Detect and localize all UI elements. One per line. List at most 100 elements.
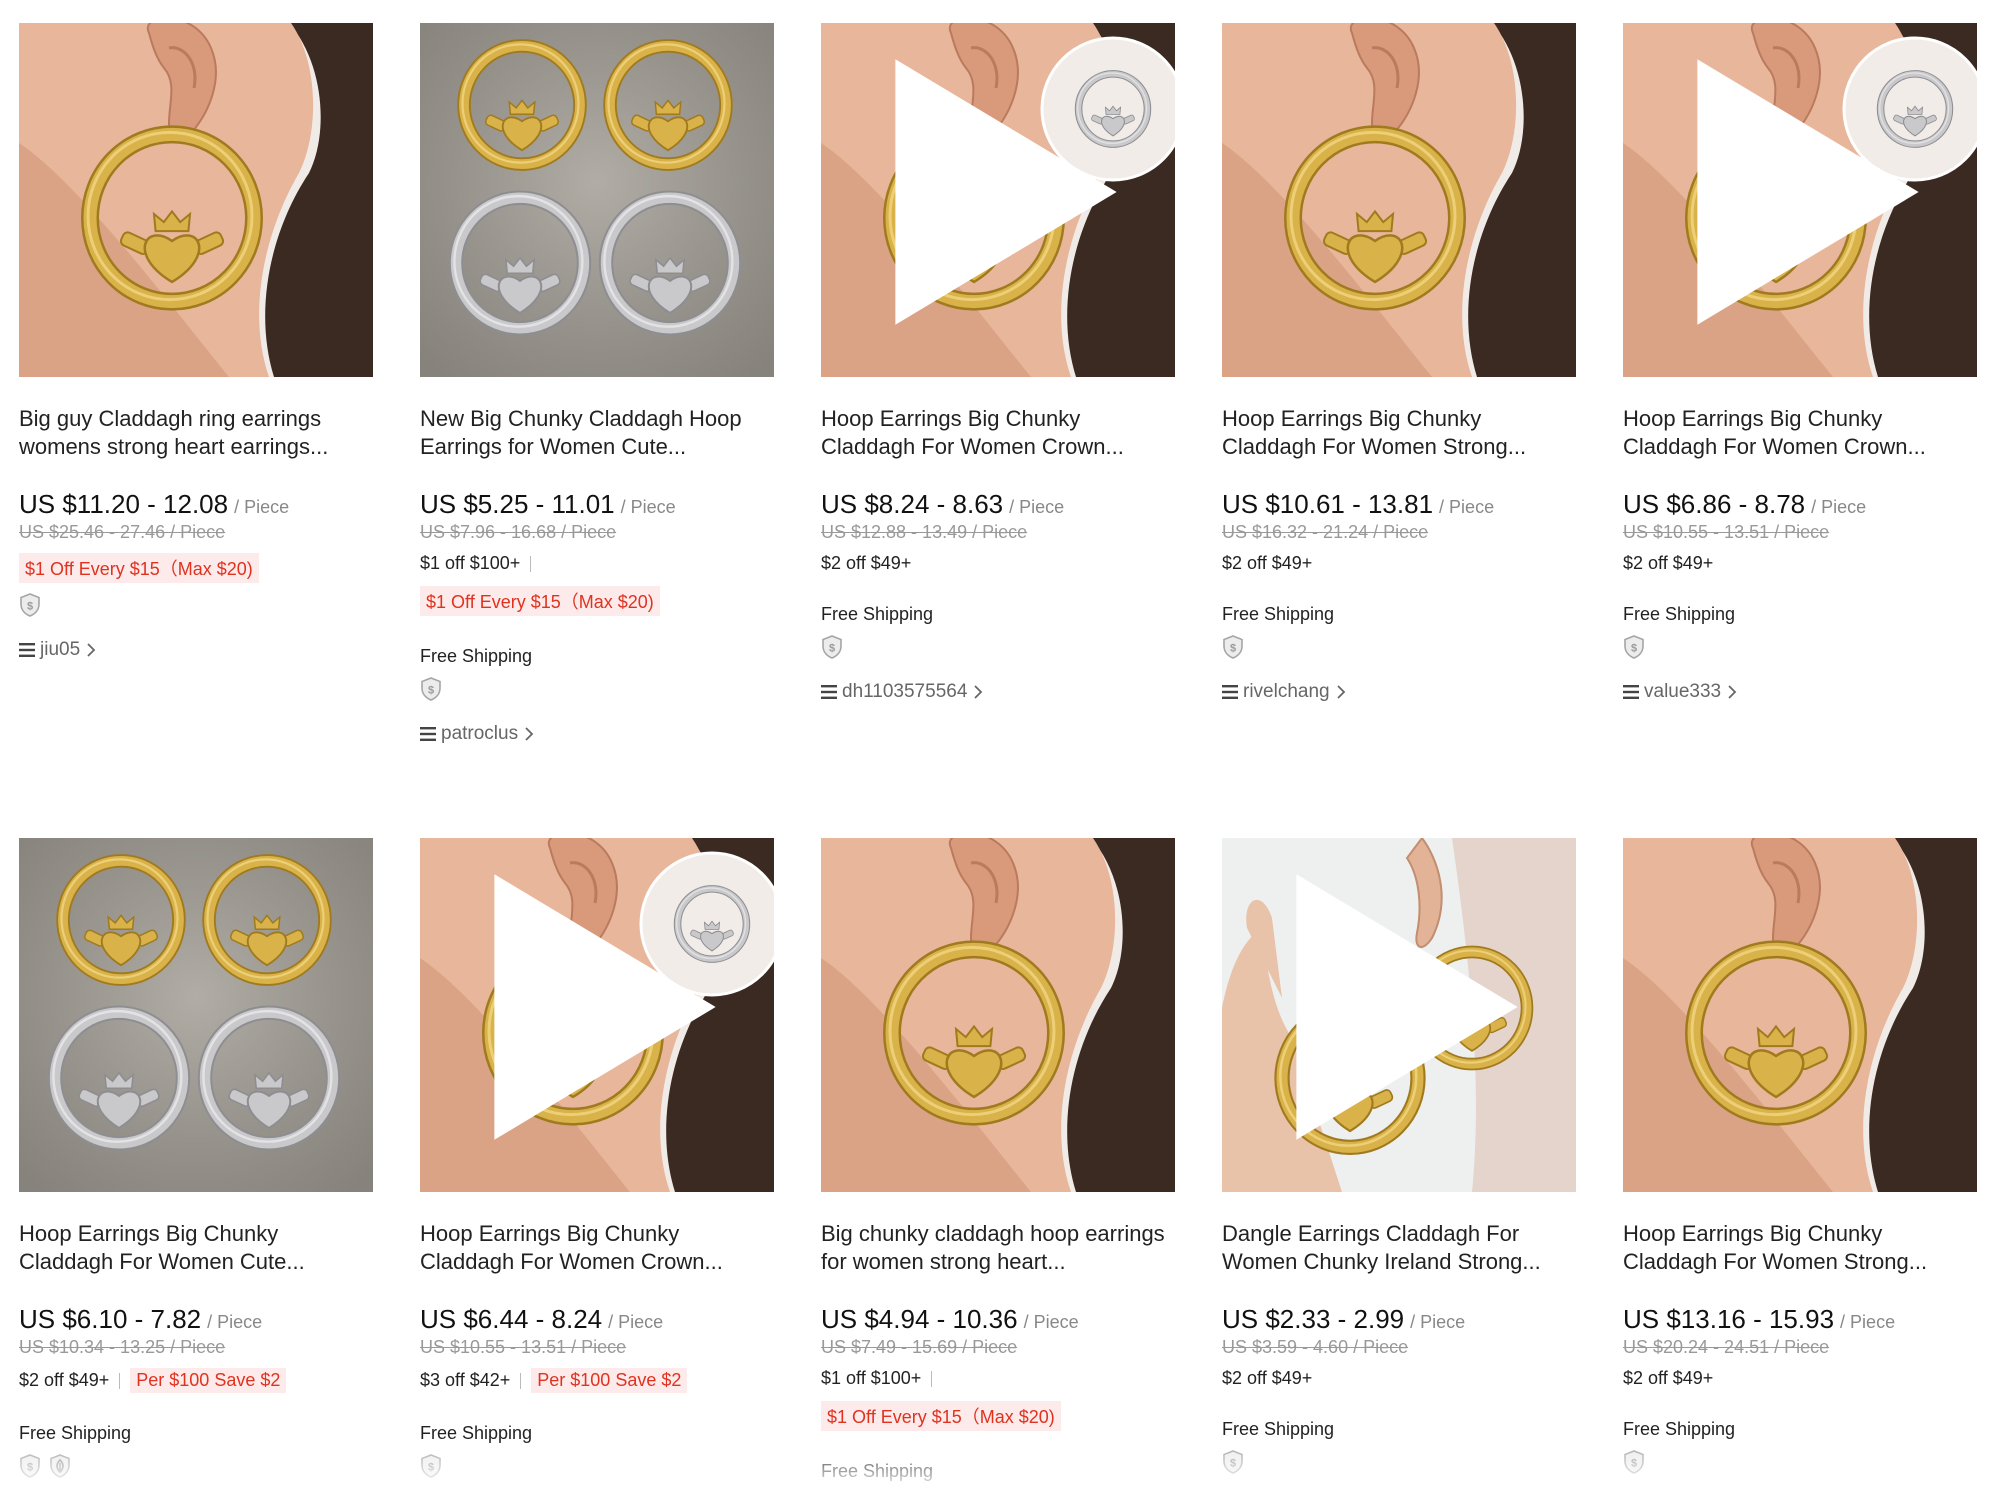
menu-icon xyxy=(821,685,837,699)
price-line: US $6.10 - 7.82 / Piece xyxy=(19,1304,373,1335)
store-link[interactable]: rivelchang xyxy=(1222,681,1576,703)
promotions: $2 off $49+ xyxy=(1623,1368,1977,1389)
svg-text:$: $ xyxy=(1631,643,1637,655)
product-title[interactable]: Hoop Earrings Big Chunky Claddagh For Wo… xyxy=(420,1220,774,1276)
price-line: US $6.44 - 8.24 / Piece xyxy=(420,1304,774,1335)
product-image[interactable] xyxy=(1623,23,1977,377)
store-name[interactable]: value333 xyxy=(1644,681,1721,703)
price-unit: / Piece xyxy=(620,497,676,517)
chevron-right-icon xyxy=(525,727,534,741)
shield-dollar-icon: $ xyxy=(822,635,842,659)
price-unit: / Piece xyxy=(1410,1312,1466,1332)
product-card[interactable]: Hoop Earrings Big Chunky Claddagh For Wo… xyxy=(19,838,373,1482)
product-price: US $6.10 - 7.82 xyxy=(19,1304,202,1334)
product-title[interactable]: Hoop Earrings Big Chunky Claddagh For Wo… xyxy=(821,405,1175,461)
product-price: US $6.86 - 8.78 xyxy=(1623,489,1806,519)
promotions: $1 off $100+ $1 Off Every $15（Max $20) xyxy=(420,553,774,616)
price-unit: / Piece xyxy=(1439,497,1495,517)
shield-dollar-icon: $ xyxy=(421,677,441,701)
product-card[interactable]: Big chunky claddagh hoop earrings for wo… xyxy=(821,838,1175,1482)
shield-dollar-icon: $ xyxy=(20,593,40,617)
promo-tag: $1 Off Every $15（Max $20) xyxy=(420,586,660,616)
promo-text: $3 off $42+ xyxy=(420,1370,511,1390)
product-title[interactable]: Hoop Earrings Big Chunky Claddagh For Wo… xyxy=(1222,405,1576,461)
promotions: $2 off $49+ Per $100 Save $2 xyxy=(19,1368,373,1393)
store-link[interactable]: value333 xyxy=(1623,681,1977,703)
store-link[interactable]: jiu05 xyxy=(19,639,373,661)
store-name[interactable]: rivelchang xyxy=(1243,681,1330,703)
store-link[interactable]: patroclus xyxy=(420,723,774,745)
promotions: $1 Off Every $15（Max $20) xyxy=(19,553,373,583)
price-line: US $8.24 - 8.63 / Piece xyxy=(821,489,1175,520)
product-card[interactable]: Hoop Earrings Big Chunky Claddagh For Wo… xyxy=(821,23,1175,745)
product-card[interactable]: Hoop Earrings Big Chunky Claddagh For Wo… xyxy=(1623,838,1977,1482)
product-photo xyxy=(19,838,373,1192)
promo-divider xyxy=(520,1372,522,1389)
product-price: US $2.33 - 2.99 xyxy=(1222,1304,1405,1334)
product-card[interactable]: Big guy Claddagh ring earrings womens st… xyxy=(19,23,373,745)
product-row: Hoop Earrings Big Chunky Claddagh For Wo… xyxy=(19,838,1977,1482)
promotions: $2 off $49+ xyxy=(821,553,1175,574)
product-price: US $8.24 - 8.63 xyxy=(821,489,1004,519)
badges: $ xyxy=(821,635,1175,659)
promo-text: $1 off $100+ xyxy=(420,553,521,573)
product-image[interactable] xyxy=(1222,23,1576,377)
promotions: $2 off $49+ xyxy=(1222,1368,1576,1389)
chevron-right-icon xyxy=(974,685,983,699)
product-card[interactable]: Dangle Earrings Claddagh For Women Chunk… xyxy=(1222,838,1576,1482)
product-title[interactable]: New Big Chunky Claddagh Hoop Earrings fo… xyxy=(420,405,774,461)
shipping-label: Free Shipping xyxy=(1623,604,1736,624)
product-title[interactable]: Hoop Earrings Big Chunky Claddagh For Wo… xyxy=(19,1220,373,1276)
promotions: $2 off $49+ xyxy=(1623,553,1977,574)
promo-tag: $1 Off Every $15（Max $20) xyxy=(821,1401,1061,1431)
product-card[interactable]: Hoop Earrings Big Chunky Claddagh For Wo… xyxy=(1623,23,1977,745)
price-unit: / Piece xyxy=(608,1312,664,1332)
original-price: US $16.32 - 21.24 / Piece xyxy=(1222,522,1429,542)
store-name[interactable]: dh1103575564 xyxy=(842,681,967,703)
play-video-icon[interactable] xyxy=(1230,838,1576,1184)
menu-icon xyxy=(420,727,436,741)
shipping-label: Free Shipping xyxy=(420,646,533,666)
product-photo xyxy=(19,23,373,377)
svg-text:$: $ xyxy=(27,601,33,613)
price-line: US $5.25 - 11.01 / Piece xyxy=(420,489,774,520)
product-card[interactable]: New Big Chunky Claddagh Hoop Earrings fo… xyxy=(420,23,774,745)
product-price: US $13.16 - 15.93 xyxy=(1623,1304,1835,1334)
product-photo xyxy=(1222,23,1576,377)
promo-divider xyxy=(119,1372,121,1389)
product-image[interactable] xyxy=(1623,838,1977,1192)
product-price: US $11.20 - 12.08 xyxy=(19,489,229,519)
product-price: US $4.94 - 10.36 xyxy=(821,1304,1018,1334)
product-card[interactable]: Hoop Earrings Big Chunky Claddagh For Wo… xyxy=(420,838,774,1482)
product-image[interactable] xyxy=(19,838,373,1192)
promo-text: $2 off $49+ xyxy=(1623,553,1714,573)
play-video-icon[interactable] xyxy=(829,23,1175,369)
store-name[interactable]: patroclus xyxy=(441,723,518,745)
original-price: US $10.34 - 13.25 / Piece xyxy=(19,1337,226,1357)
product-image[interactable] xyxy=(420,838,774,1192)
store-link[interactable]: dh1103575564 xyxy=(821,681,1175,703)
chevron-right-icon xyxy=(1728,685,1737,699)
product-image[interactable] xyxy=(821,23,1175,377)
play-video-icon[interactable] xyxy=(428,838,774,1184)
price-unit: / Piece xyxy=(1009,497,1065,517)
product-photo xyxy=(1623,838,1977,1192)
product-image[interactable] xyxy=(821,838,1175,1192)
promo-text: $2 off $49+ xyxy=(1222,1368,1313,1388)
product-image[interactable] xyxy=(420,23,774,377)
svg-text:$: $ xyxy=(428,685,434,697)
product-card[interactable]: Hoop Earrings Big Chunky Claddagh For Wo… xyxy=(1222,23,1576,745)
product-title[interactable]: Hoop Earrings Big Chunky Claddagh For Wo… xyxy=(1623,405,1977,461)
store-name[interactable]: jiu05 xyxy=(40,639,80,661)
product-image[interactable] xyxy=(1222,838,1576,1192)
product-title[interactable]: Hoop Earrings Big Chunky Claddagh For Wo… xyxy=(1623,1220,1977,1276)
product-photo xyxy=(821,838,1175,1192)
play-video-icon[interactable] xyxy=(1631,23,1977,369)
product-title[interactable]: Big chunky claddagh hoop earrings for wo… xyxy=(821,1220,1175,1276)
product-photo xyxy=(420,23,774,377)
original-price: US $10.55 - 13.51 / Piece xyxy=(420,1337,627,1357)
product-title[interactable]: Big guy Claddagh ring earrings womens st… xyxy=(19,405,373,461)
product-title[interactable]: Dangle Earrings Claddagh For Women Chunk… xyxy=(1222,1220,1576,1276)
chevron-right-icon xyxy=(1336,685,1345,699)
product-image[interactable] xyxy=(19,23,373,377)
